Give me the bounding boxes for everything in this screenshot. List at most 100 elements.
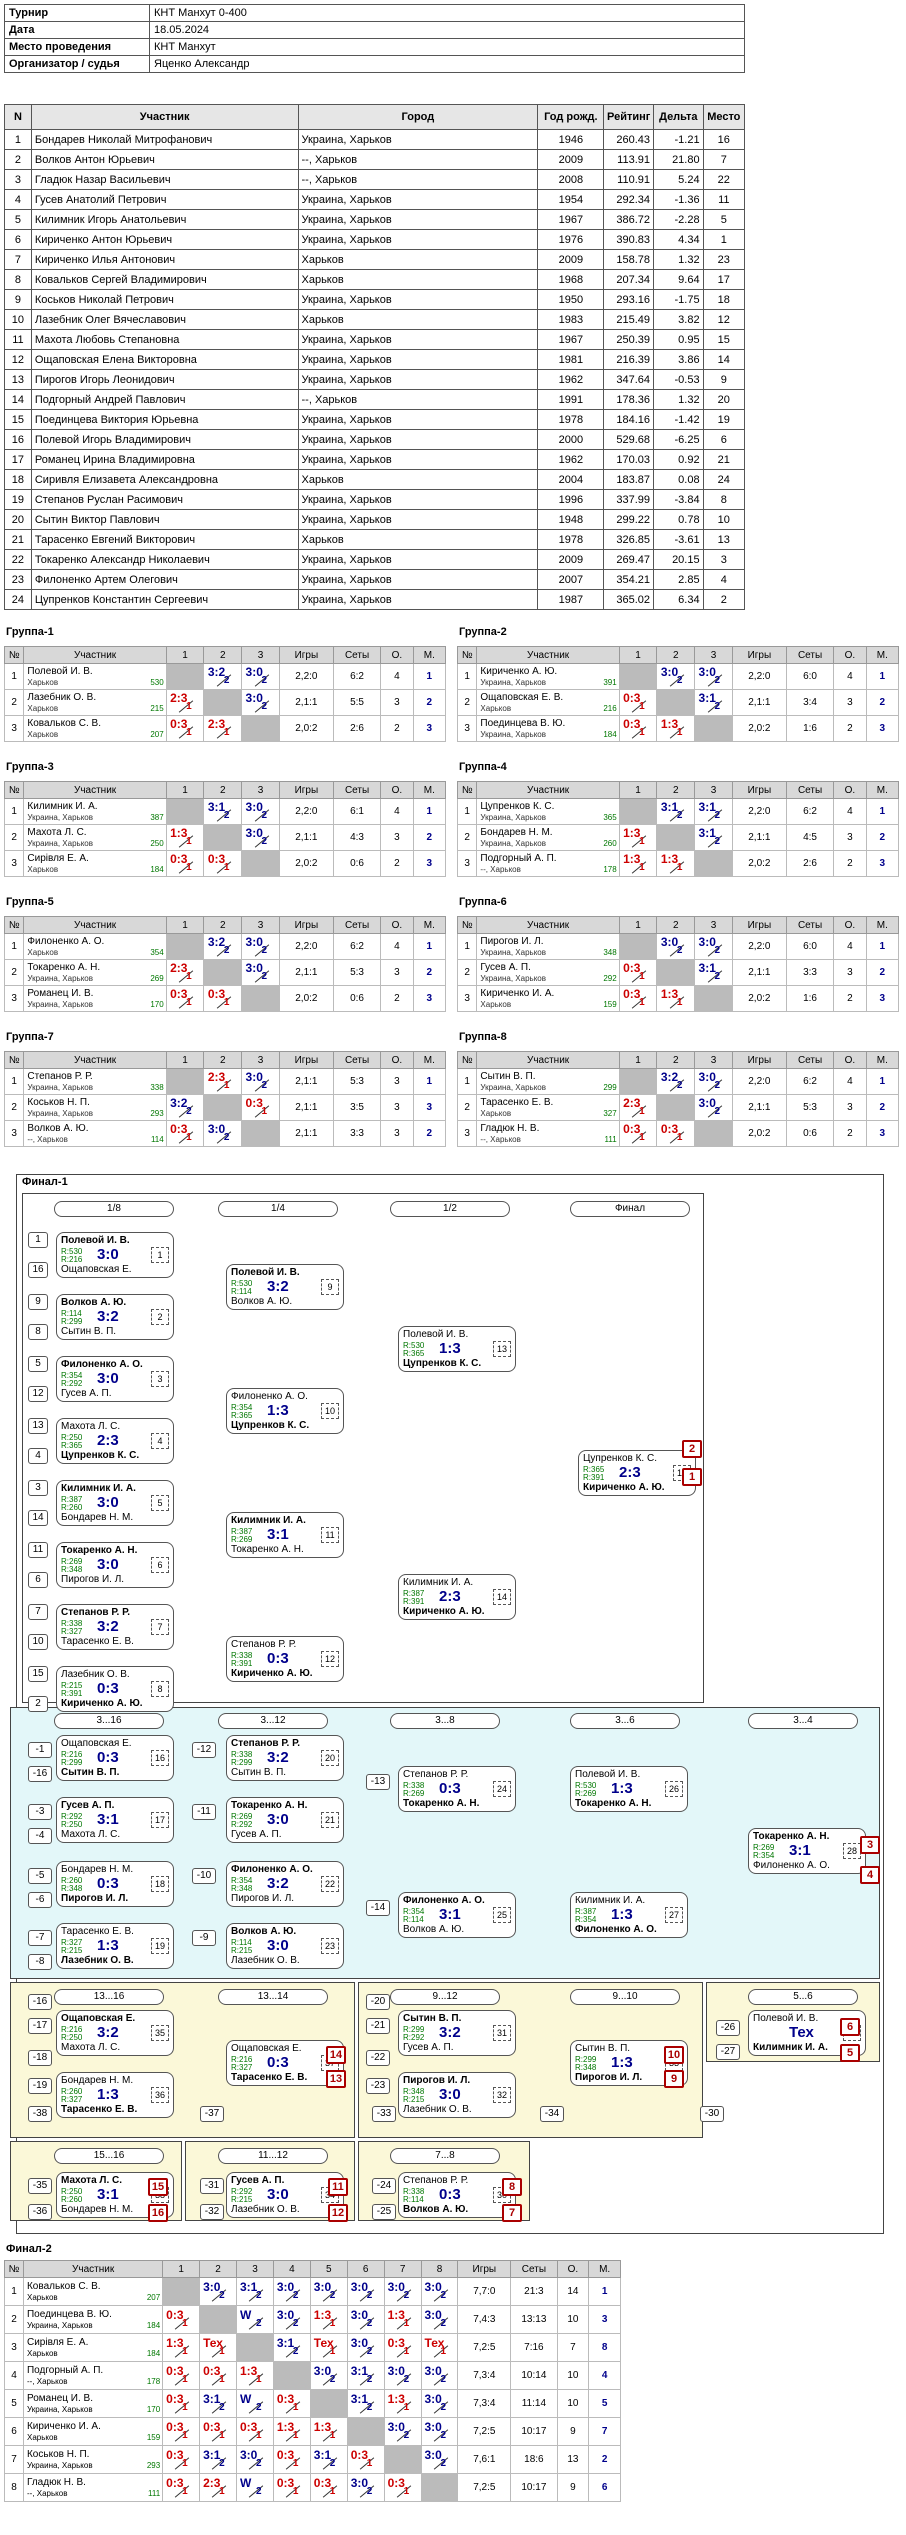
sets-cell: 5:3 [785, 1094, 835, 1121]
participant-cell: 21.80 [653, 149, 704, 170]
score-points: 2 [329, 2458, 336, 2469]
score-value: 3:0 [698, 935, 716, 949]
player-name: Коськов Н. П. [27, 1096, 90, 1108]
row-number: 2 [456, 824, 478, 851]
score-cell: 3:1 2 [656, 798, 696, 825]
match-number: 35 [151, 2025, 169, 2041]
score-cell: 1:3 1 [656, 715, 696, 742]
participant-cell: 1978 [537, 529, 605, 550]
points-cell: 3 [833, 1094, 867, 1121]
column-header: № [456, 781, 478, 799]
score-points: 2 [255, 2290, 262, 2301]
participant-cell: 12 [4, 349, 32, 370]
column-header: 3 [241, 646, 280, 664]
bracket-match: Степанов Р. Р. R:338 R:327 3:2 7 Тарасенко Е.… [56, 1604, 174, 1650]
group-row: 3 Романец И. В. Украина, Харьков 170 0:3 1 0:3… [3, 985, 447, 1012]
match-bottom-player: Волков А. Ю. [403, 1924, 465, 1935]
participant-cell: 11 [702, 189, 746, 210]
points-cell: 4 [833, 933, 867, 960]
score-points: 1 [182, 2318, 188, 2329]
sets-cell: 10:17 [510, 2417, 558, 2446]
match-score: 1:3 [97, 2086, 119, 2103]
match-number: 6 [151, 1557, 169, 1573]
score-cell: 3:0 2 [203, 1120, 243, 1147]
player-rating: 207 [150, 729, 164, 739]
column-header: № [3, 781, 25, 799]
match-bottom-rating: R:348 [61, 1884, 83, 1893]
score-cell: 3:0 2 [241, 1068, 280, 1095]
loser-seed: -25 [372, 2204, 396, 2220]
score-value: 3:2 [660, 1070, 679, 1084]
match-top-player: Гусев А. П. [61, 1800, 115, 1811]
bracket-match: Степанов Р. Р. R:338 R:391 0:3 12 Кириченко А… [226, 1636, 344, 1682]
diagonal-cell [203, 959, 243, 986]
player-rating: 184 [146, 2348, 161, 2358]
match-score: 0:3 [97, 1875, 119, 1892]
match-bottom-player: Пирогов И. Л. [575, 2072, 643, 2083]
player-name: Цупренков К. С. [480, 800, 555, 812]
participant-cell: 4 [4, 189, 32, 210]
score-cell: 0:3 1 [618, 715, 658, 742]
participant-cell: -2.28 [653, 209, 704, 230]
group-row: 2 Лазебник О. В. Харьков 215 2:3 1 3:0 2 2,1:1 5:… [3, 689, 447, 716]
group-table: № Участник 1 2 3 Игры Сеты О. М. 1 Пирогов И. Л. Ук… [456, 916, 900, 1012]
participant-cell: Бондарев Николай Митрофанович [30, 129, 299, 150]
participant-cell: 24 [4, 589, 32, 610]
player-rating: 327 [603, 1108, 617, 1118]
points-cell: 2 [380, 715, 414, 742]
score-cell: 3:1 2 [694, 824, 733, 851]
final-place: 1 [682, 1468, 702, 1486]
column-header: 2 [656, 916, 696, 934]
games-cell: 2,1:1 [731, 824, 787, 851]
participant-cell: 1962 [537, 369, 605, 390]
match-score: 1:3 1 [164, 2335, 198, 2358]
match-top-player: Филоненко А. О. [231, 1864, 313, 1875]
bracket-match: Полевой И. В. R:530 R:269 1:3 26 Токаренко А.… [570, 1766, 688, 1812]
player-rating: 207 [146, 2292, 161, 2302]
participant-cell: Украина, Харьков [297, 409, 539, 430]
score-points: 2 [714, 675, 721, 686]
loser-seed: -1 [28, 1742, 52, 1758]
score-points: 1 [676, 997, 683, 1008]
participant-cell: 15 [4, 409, 32, 430]
games-cell: 7,2:5 [457, 2473, 512, 2502]
player-name: Кириченко И. А. [26, 2420, 101, 2432]
column-header: Игры [457, 2260, 512, 2278]
participant-cell: 158.78 [603, 249, 654, 270]
diagonal-cell [420, 2473, 459, 2502]
bracket-match: Полевой И. В. R:530 R:114 3:2 9 Волков А. Ю. [226, 1264, 344, 1310]
participant-cell: 6 [4, 229, 32, 250]
player-city: Харьков 184 [26, 2348, 161, 2358]
points-cell: 4 [380, 933, 414, 960]
group-title: Группа-3 [6, 761, 54, 773]
player-city: Украина, Харьков 293 [26, 2460, 161, 2470]
participant-cell: Украина, Харьков [297, 289, 539, 310]
row-number: 7 [4, 2445, 24, 2474]
participant-cell: 11 [4, 329, 32, 350]
score-cell: 3:0 2 [241, 798, 280, 825]
diagonal-cell [241, 985, 280, 1012]
column-header: № [456, 916, 478, 934]
match-score: 3:1 [267, 1526, 289, 1543]
score-points: 2 [329, 2374, 336, 2385]
score-value: 1:3 [387, 2308, 405, 2322]
diagonal-cell [199, 2305, 238, 2334]
player-city: Украина, Харьков 269 [27, 973, 164, 983]
column-header: О. [380, 646, 414, 664]
score-value: 1:3 [313, 2308, 332, 2322]
score-cell: Тех 1 [420, 2333, 459, 2362]
bracket-match: Филоненко А. О. R:354 R:365 1:3 10 Цупренков … [226, 1388, 344, 1434]
seed-number: 12 [28, 1386, 48, 1402]
score-points: 2 [255, 2402, 262, 2413]
score-points: 2 [366, 2374, 373, 2385]
place-cell: 2 [865, 824, 900, 851]
loser-seed: -18 [28, 2050, 52, 2066]
participant-cell: 22 [702, 169, 746, 190]
score-value: W [239, 2476, 252, 2490]
points-cell: 3 [380, 1120, 414, 1147]
player-rating: 184 [150, 864, 164, 874]
player-cell: Кириченко И. А. Харьков 159 [22, 2417, 164, 2446]
participant-cell: 347.64 [603, 369, 654, 390]
participant-cell: 7 [4, 249, 32, 270]
seed-number: 1 [28, 1232, 48, 1248]
